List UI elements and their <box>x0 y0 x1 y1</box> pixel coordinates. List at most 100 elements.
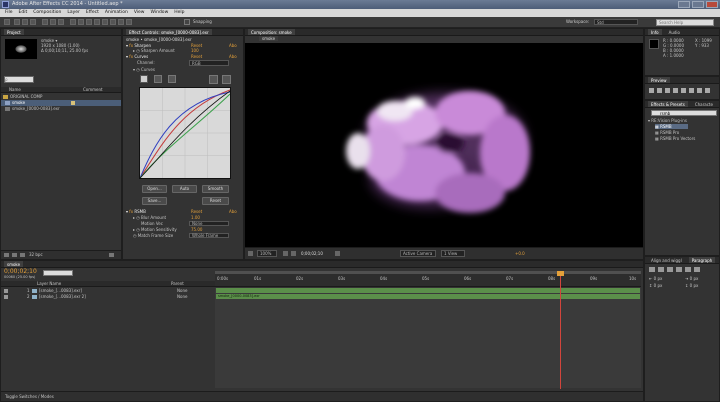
composition-viewer[interactable] <box>245 43 643 247</box>
snapshot-icon[interactable] <box>283 251 288 256</box>
first-frame-icon[interactable] <box>649 88 654 93</box>
clone-tool-icon[interactable] <box>102 19 108 25</box>
always-preview-icon[interactable] <box>248 251 253 256</box>
camera-tool-icon[interactable] <box>50 19 56 25</box>
delete-icon[interactable] <box>109 253 114 257</box>
toggle-switches-modes[interactable]: Toggle Switches / Modes <box>5 394 54 399</box>
header-comment[interactable]: Comment <box>83 87 103 92</box>
play-icon[interactable] <box>665 88 670 93</box>
timeline-search-input[interactable] <box>43 270 73 276</box>
curves-about-link[interactable]: Abo <box>229 54 237 59</box>
playhead-handle[interactable] <box>557 271 565 276</box>
sharpen-about-link[interactable]: Abo <box>229 43 237 48</box>
tab-align[interactable]: Align and wiggl <box>648 257 685 263</box>
composition-subtab[interactable]: smoke <box>259 36 279 41</box>
time-ruler[interactable]: 0:00s 01s 02s 03s 04s 05s 06s 07s 08s 09… <box>215 271 641 287</box>
zoom-select[interactable]: 100% <box>257 250 277 257</box>
pan-behind-tool-icon[interactable] <box>58 19 64 25</box>
table-row[interactable]: 2 [smoke_[...0083].exr 2] None <box>1 294 215 300</box>
menu-animation[interactable]: Animation <box>102 9 131 17</box>
layer-name[interactable]: [smoke_[...0083].exr 2] <box>39 294 86 299</box>
timeline-tracks[interactable]: smoke_[0000-0083].exr <box>215 288 641 388</box>
effects-group-revision[interactable]: ▾ RE:Vision Plug-ins <box>648 118 687 123</box>
curves-reset-button[interactable]: Reset <box>202 197 229 205</box>
align-center-icon[interactable] <box>658 267 664 272</box>
audio-icon[interactable] <box>689 88 694 93</box>
rsmb-param-select[interactable]: Whole Frame <box>189 233 229 238</box>
curves-reset-link[interactable]: Reset <box>191 54 202 59</box>
tab-composition[interactable]: Composition: smoke <box>248 29 295 35</box>
align-right-icon[interactable] <box>667 267 673 272</box>
channel-select[interactable]: RGB <box>189 60 229 66</box>
menu-file[interactable]: File <box>2 9 16 17</box>
label-color-swatch[interactable] <box>71 101 75 105</box>
close-button[interactable] <box>706 1 718 8</box>
header-layer-name[interactable]: Layer Name <box>37 281 61 286</box>
curve-pencil-tool-icon[interactable] <box>154 75 162 83</box>
effect-item-rsmb-pro[interactable]: ▦ RSMB Pro <box>655 130 679 135</box>
snapping-checkbox[interactable] <box>184 19 190 25</box>
effects-search-input[interactable] <box>651 110 717 116</box>
curves-open-button[interactable]: Open... <box>142 185 167 193</box>
justify-center-icon[interactable] <box>685 267 691 272</box>
brush-tool-icon[interactable] <box>94 19 100 25</box>
timeline-current-time[interactable]: 0;00;02;10 <box>4 268 37 275</box>
justify-left-icon[interactable] <box>676 267 682 272</box>
menu-composition[interactable]: Composition <box>30 9 64 17</box>
rotate-tool-icon[interactable] <box>42 19 48 25</box>
work-area-bar[interactable] <box>215 271 641 274</box>
tab-project[interactable]: Project <box>4 29 24 35</box>
roto-tool-icon[interactable] <box>118 19 124 25</box>
menu-help[interactable]: Help <box>171 9 187 17</box>
header-parent[interactable]: Parent <box>171 281 184 286</box>
type-tool-icon[interactable] <box>86 19 92 25</box>
puppet-tool-icon[interactable] <box>126 19 132 25</box>
effect-rsmb-label[interactable]: ▾ fx RSMB <box>126 209 146 214</box>
selection-tool-icon[interactable] <box>14 19 20 25</box>
menu-layer[interactable]: Layer <box>64 9 83 17</box>
space-before-field[interactable]: ↥ 0 px <box>649 283 662 288</box>
menu-window[interactable]: Window <box>148 9 172 17</box>
camera-icon[interactable] <box>335 251 340 256</box>
layer-clip-bar[interactable]: smoke_[0000-0083].exr <box>216 294 640 299</box>
hand-tool-icon[interactable] <box>22 19 28 25</box>
tab-timeline-smoke[interactable]: smoke <box>4 261 24 267</box>
views-select[interactable]: 1 View <box>441 250 465 257</box>
menu-effect[interactable]: Effect <box>83 9 102 17</box>
tab-preview[interactable]: Preview <box>648 77 670 83</box>
loop-icon[interactable] <box>697 88 702 93</box>
tab-paragraph[interactable]: Paragraph <box>688 257 716 263</box>
rsmb-param-value[interactable]: 1.00 <box>191 215 200 220</box>
sharpen-amount-value[interactable]: 100 <box>191 48 199 53</box>
playhead-line[interactable] <box>557 271 565 389</box>
tab-audio[interactable]: Audio <box>666 29 683 35</box>
exposure-value[interactable]: +0.0 <box>515 251 525 256</box>
menu-view[interactable]: View <box>131 9 148 17</box>
ram-preview-icon[interactable] <box>705 88 710 93</box>
pen-tool-icon[interactable] <box>78 19 84 25</box>
interpret-footage-icon[interactable] <box>4 253 9 257</box>
tab-info[interactable]: Info <box>648 29 662 35</box>
parent-select[interactable]: None <box>177 294 187 299</box>
parent-select[interactable]: None <box>177 288 187 293</box>
workspace-select[interactable]: Std <box>594 19 638 25</box>
minimize-button[interactable] <box>678 1 690 8</box>
maximize-button[interactable] <box>692 1 704 8</box>
layer-name[interactable]: [smoke_[...0083].exr] <box>39 288 82 293</box>
curves-save-button[interactable]: Save... <box>142 197 167 205</box>
effect-item-rsmb-pro-vectors[interactable]: ▦ RSMB Pro Vectors <box>655 136 695 141</box>
menu-edit[interactable]: Edit <box>16 9 31 17</box>
align-left-icon[interactable] <box>649 267 655 272</box>
zoom-tool-icon[interactable] <box>30 19 36 25</box>
indent-left-field[interactable]: ⇤ 0 px <box>649 276 662 281</box>
search-help-input[interactable] <box>656 19 714 26</box>
tab-effects-presets[interactable]: Effects & Presets <box>648 101 688 107</box>
show-channel-icon[interactable] <box>291 251 296 256</box>
tab-effect-controls[interactable]: Effect Controls: smoke_[0000-0083].exr <box>126 29 212 35</box>
rsmb-param-value[interactable]: 75.00 <box>191 227 202 232</box>
space-after-field[interactable]: ↧ 0 px <box>685 283 698 288</box>
curve-size-large-icon[interactable] <box>222 75 231 84</box>
new-comp-icon[interactable] <box>20 253 25 257</box>
header-name[interactable]: Name <box>9 87 21 92</box>
list-item[interactable]: smoke_[0000-0083].exr <box>1 106 121 112</box>
